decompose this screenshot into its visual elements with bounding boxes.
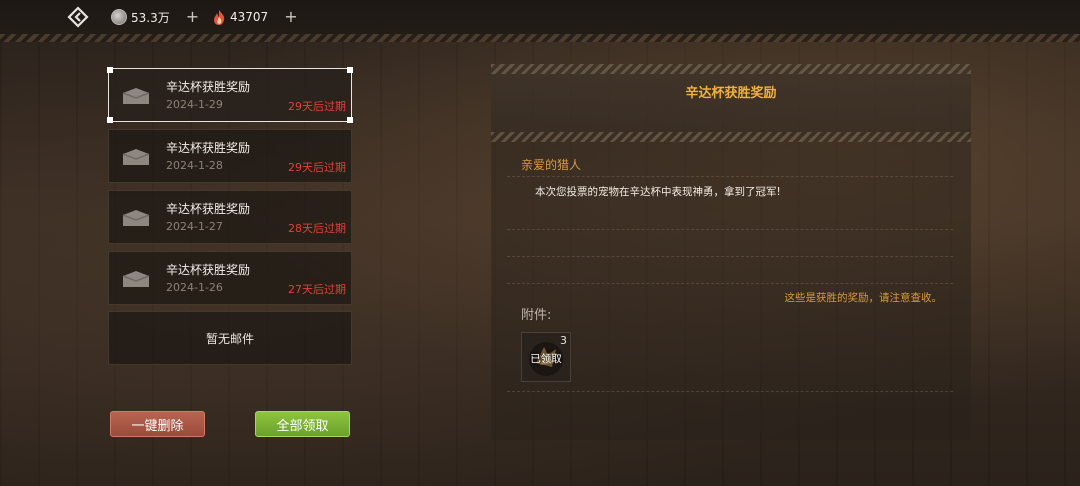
mail-greeting: 亲爱的猎人 [521,158,582,172]
open-envelope-icon [122,149,150,165]
mail-detail-title: 辛达杯获胜奖励 [685,86,777,101]
divider [507,256,953,257]
flame-currency: 43707 + [212,6,298,28]
mail-date: 2024-1-29 [166,98,223,111]
attachment-count: 3 [560,334,567,347]
mail-date: 2024-1-27 [166,220,223,233]
claimed-label: 已领取 [530,353,562,365]
divider [507,391,953,392]
add-silver-button[interactable]: + [186,9,199,25]
divider [507,176,953,177]
empty-mail-slot: 暂无邮件 [108,311,352,365]
back-button[interactable] [64,4,92,30]
selection-corner [347,117,353,123]
mail-title: 辛达杯获胜奖励 [166,202,251,216]
selection-corner [107,67,113,73]
header-pattern-bottom [491,132,971,142]
delete-all-button[interactable]: 一键删除 [110,411,205,437]
attachment-item[interactable]: 3 已领取 [521,332,571,382]
mail-expire: 27天后过期 [288,283,346,296]
silver-coin-icon [111,9,127,25]
mail-list-item[interactable]: 辛达杯获胜奖励 2024-1-27 28天后过期 [108,190,352,244]
mail-date: 2024-1-26 [166,281,223,294]
back-diamond-icon [67,6,89,28]
mail-date: 2024-1-28 [166,159,223,172]
attachments-label: 附件: [521,308,552,323]
mail-expire: 28天后过期 [288,222,346,235]
selection-corner [347,67,353,73]
open-envelope-icon [122,271,150,287]
top-bar-border [0,34,1080,42]
mail-expire: 29天后过期 [288,161,346,174]
open-envelope-icon [122,88,150,104]
mail-title: 辛达杯获胜奖励 [166,263,251,277]
header-pattern-top [491,64,971,74]
mail-expire: 29天后过期 [288,100,346,113]
mail-body: 本次您投票的宠物在辛达杯中表现神勇，拿到了冠军! [535,186,781,198]
collect-all-button[interactable]: 全部领取 [255,411,350,437]
open-envelope-icon [122,210,150,226]
flame-currency-value: 43707 [230,10,269,24]
add-flame-button[interactable]: + [284,9,297,25]
mail-list-item[interactable]: 辛达杯获胜奖励 2024-1-26 27天后过期 [108,251,352,305]
selection-corner [107,117,113,123]
silver-currency-value: 53.3万 [131,10,170,25]
mail-list-item[interactable]: 辛达杯获胜奖励 2024-1-28 29天后过期 [108,129,352,183]
flame-icon [214,9,225,25]
mail-title: 辛达杯获胜奖励 [166,141,251,155]
silver-currency: 53.3万 + [111,6,199,28]
divider [507,229,953,230]
mail-list-item[interactable]: 辛达杯获胜奖励 2024-1-29 29天后过期 [107,67,353,123]
divider [507,283,953,284]
mail-title: 辛达杯获胜奖励 [166,80,251,94]
mail-footnote: 这些是获胜的奖励，请注意查收。 [784,292,943,304]
